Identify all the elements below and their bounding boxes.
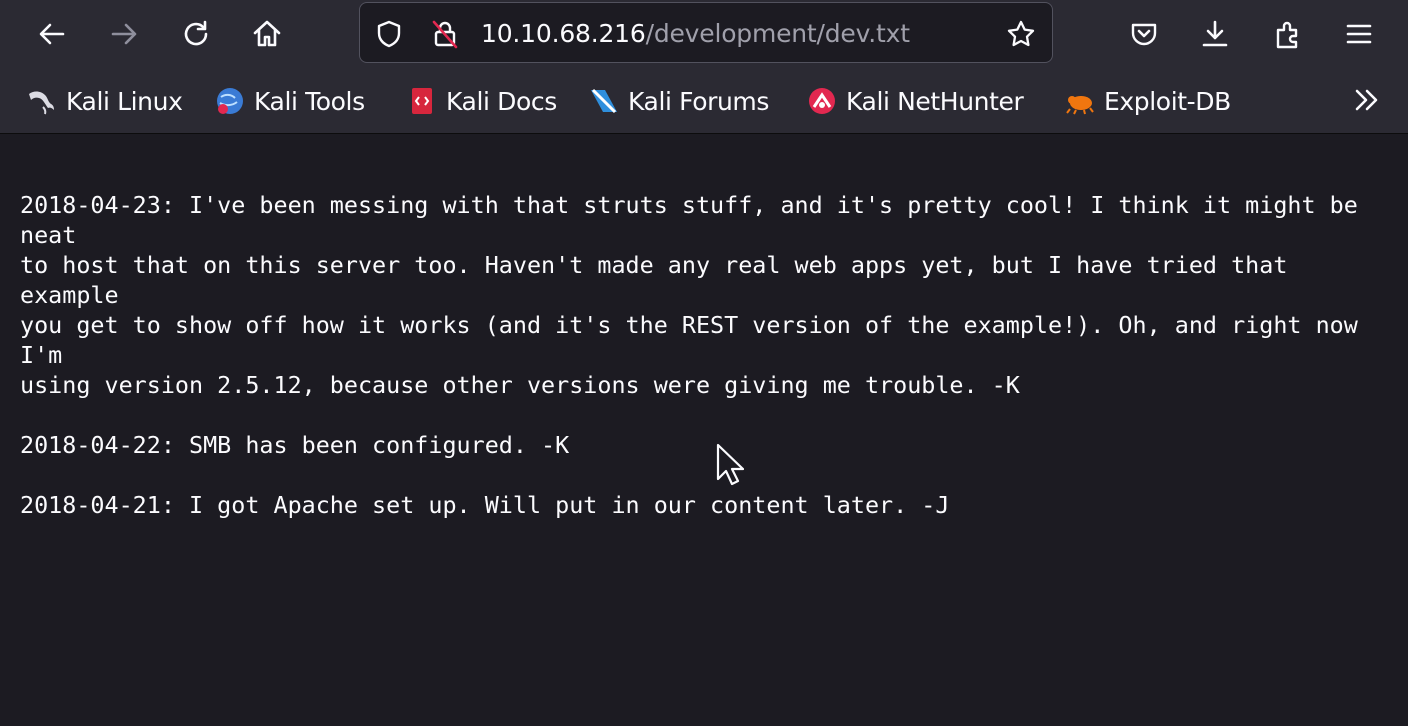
home-icon bbox=[251, 18, 283, 50]
text-line: 2018-04-23: I've been messing with that … bbox=[20, 191, 1358, 219]
star-icon[interactable] bbox=[1006, 19, 1036, 49]
text-line: 2018-04-21: I got Apache set up. Will pu… bbox=[20, 491, 950, 519]
bookmark-label: Kali Forums bbox=[628, 86, 769, 116]
mouse-pointer-icon bbox=[716, 443, 745, 491]
bookmark-label: Kali NetHunter bbox=[846, 86, 1024, 116]
bookmark-kali-forums[interactable]: Kali Forums bbox=[588, 85, 769, 117]
bookmark-label: Exploit-DB bbox=[1104, 86, 1231, 116]
text-line: 2018-04-22: SMB has been configured. -K bbox=[20, 431, 570, 459]
exploit-db-icon bbox=[1064, 85, 1096, 117]
url-path: /development/dev.txt bbox=[645, 19, 910, 48]
text-line: you get to show off how it works (and it… bbox=[20, 311, 1358, 339]
page-content: 2018-04-23: I've been messing with that … bbox=[0, 134, 1408, 726]
kali-nethunter-icon bbox=[806, 85, 838, 117]
extensions-icon bbox=[1272, 18, 1304, 50]
kali-docs-icon bbox=[406, 85, 438, 117]
pocket-button[interactable] bbox=[1120, 10, 1168, 58]
reload-icon bbox=[180, 18, 212, 50]
bookmarks-overflow-button[interactable] bbox=[1345, 85, 1389, 119]
bookmark-label: Kali Docs bbox=[446, 86, 557, 116]
downloads-button[interactable] bbox=[1191, 10, 1239, 58]
text-line bbox=[20, 460, 1400, 490]
back-icon bbox=[36, 18, 68, 50]
url-bar[interactable]: 10.10.68.216/development/dev.txt bbox=[359, 2, 1053, 63]
back-button[interactable] bbox=[28, 10, 76, 58]
forward-button[interactable] bbox=[100, 10, 148, 58]
pocket-icon bbox=[1128, 18, 1160, 50]
shield-icon[interactable] bbox=[374, 19, 404, 49]
text-line: using version 2.5.12, because other vers… bbox=[20, 371, 1020, 399]
menu-icon bbox=[1343, 18, 1375, 50]
bookmark-kali-linux[interactable]: Kali Linux bbox=[26, 85, 183, 117]
app-menu-button[interactable] bbox=[1335, 10, 1383, 58]
extensions-button[interactable] bbox=[1264, 10, 1312, 58]
dev-txt-document: 2018-04-23: I've been messing with that … bbox=[20, 190, 1400, 520]
bookmarks-toolbar: Kali Linux Kali Tools Kali Docs Kali For… bbox=[0, 68, 1408, 134]
navigation-toolbar: 10.10.68.216/development/dev.txt bbox=[0, 0, 1408, 68]
text-line bbox=[20, 400, 1400, 430]
text-line: example bbox=[20, 281, 119, 309]
home-button[interactable] bbox=[243, 10, 291, 58]
url-text[interactable]: 10.10.68.216/development/dev.txt bbox=[481, 17, 910, 51]
bookmark-kali-tools[interactable]: Kali Tools bbox=[214, 85, 365, 117]
insecure-lock-icon[interactable] bbox=[430, 19, 460, 49]
bookmark-label: Kali Tools bbox=[254, 86, 365, 116]
bookmark-label: Kali Linux bbox=[66, 86, 183, 116]
kali-dragon-icon bbox=[26, 85, 58, 117]
text-line: to host that on this server too. Haven't… bbox=[20, 251, 1288, 279]
kali-forums-icon bbox=[588, 85, 620, 117]
text-line: neat bbox=[20, 221, 77, 249]
chevrons-right-icon bbox=[1352, 85, 1382, 119]
forward-icon bbox=[108, 18, 140, 50]
text-line: I'm bbox=[20, 341, 63, 369]
reload-button[interactable] bbox=[172, 10, 220, 58]
bookmark-kali-docs[interactable]: Kali Docs bbox=[406, 85, 557, 117]
bookmark-kali-nethunter[interactable]: Kali NetHunter bbox=[806, 85, 1024, 117]
download-icon bbox=[1199, 18, 1231, 50]
bookmark-exploit-db[interactable]: Exploit-DB bbox=[1064, 85, 1231, 117]
url-host: 10.10.68.216 bbox=[481, 19, 646, 48]
kali-tools-icon bbox=[214, 85, 246, 117]
